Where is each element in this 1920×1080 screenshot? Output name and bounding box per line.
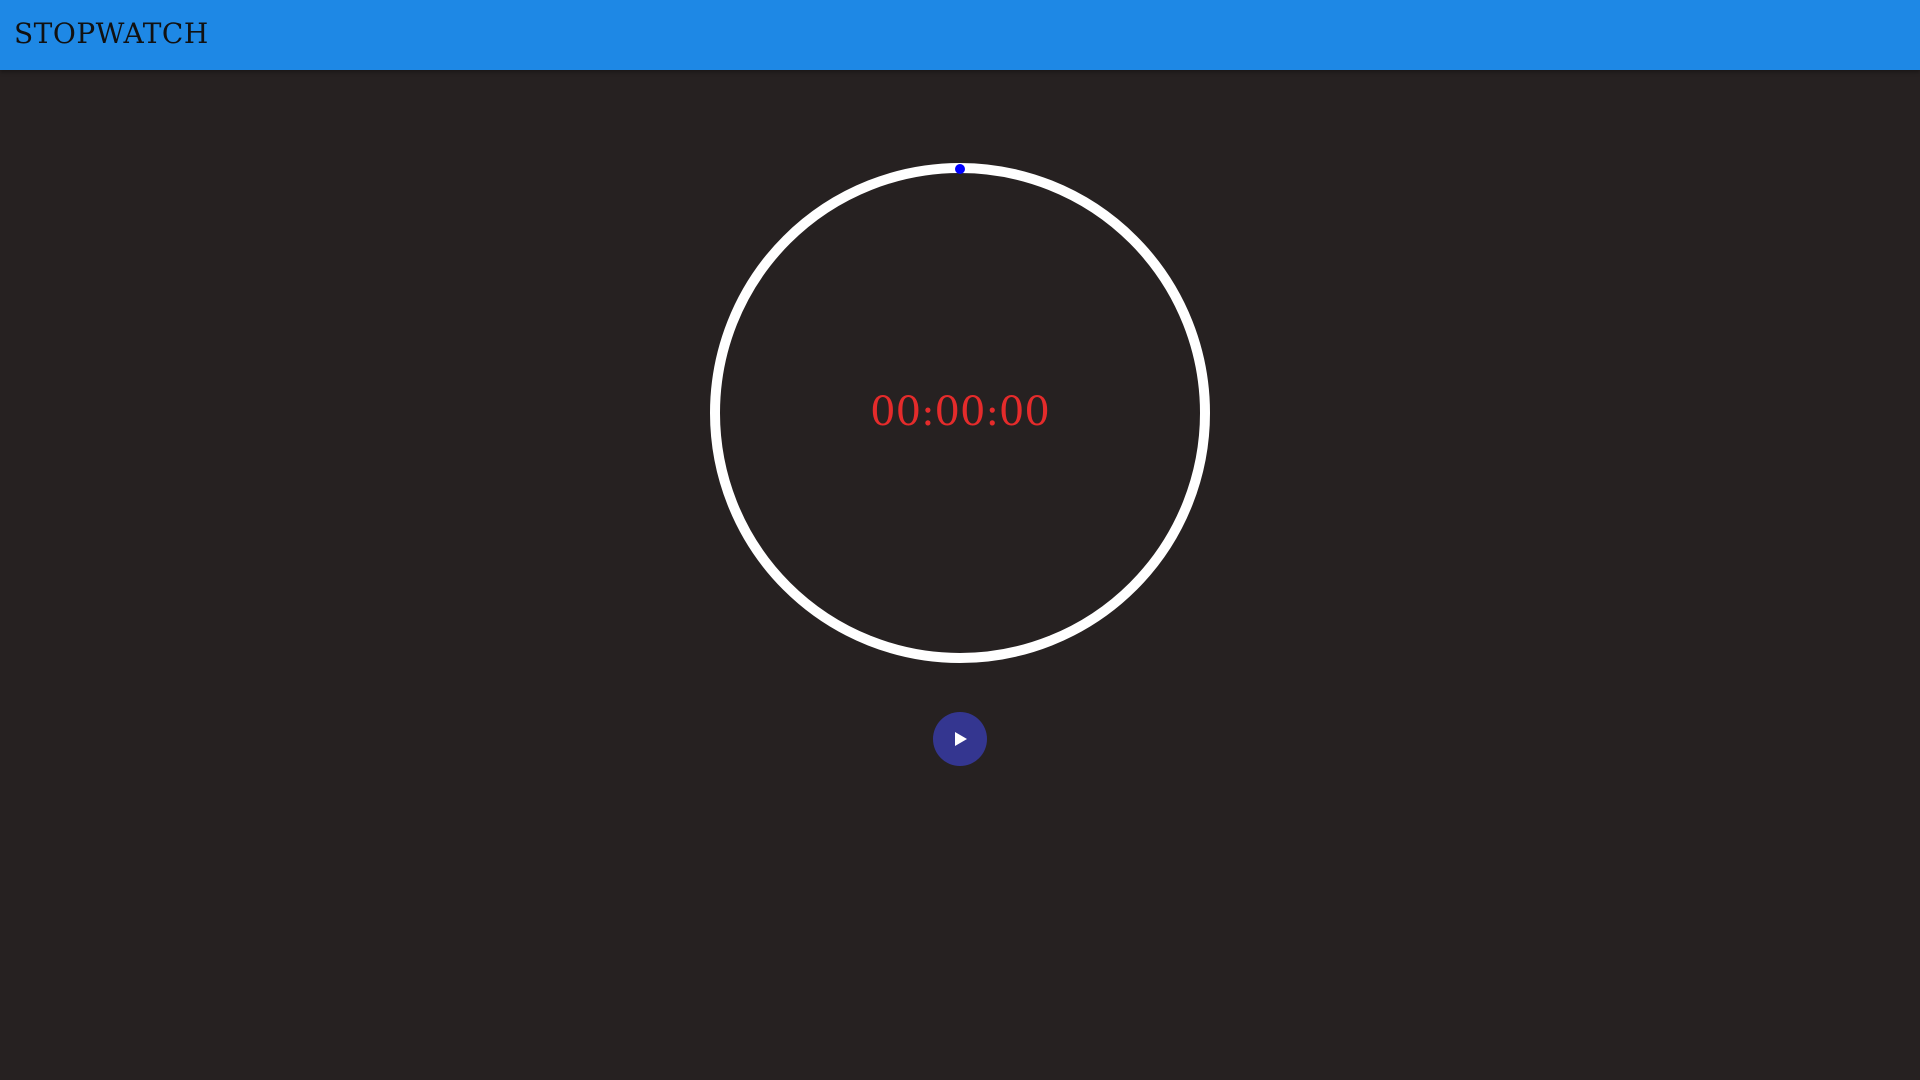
play-icon bbox=[955, 732, 967, 746]
progress-marker bbox=[955, 164, 965, 174]
app-title: STOPWATCH bbox=[14, 17, 209, 50]
play-button[interactable] bbox=[933, 712, 987, 766]
app-bar: STOPWATCH bbox=[0, 0, 1920, 70]
stopwatch-dial: 00:00:00 bbox=[710, 163, 1210, 663]
elapsed-time-display: 00:00:00 bbox=[870, 389, 1050, 435]
